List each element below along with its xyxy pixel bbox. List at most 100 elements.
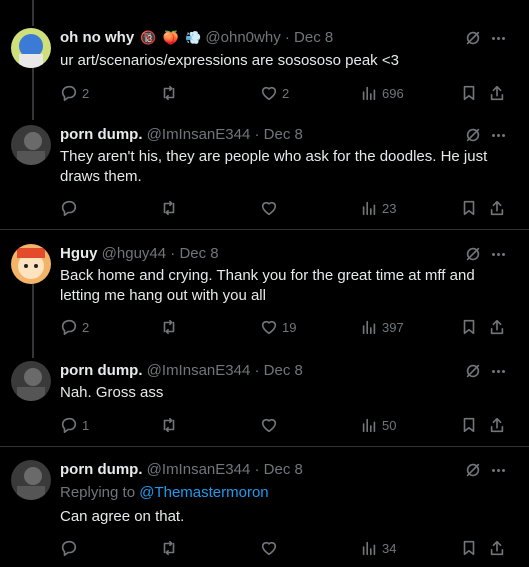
share-icon	[490, 417, 504, 433]
bookmark-button[interactable]	[460, 538, 478, 558]
separator-dot: ·	[284, 29, 290, 46]
more-icon[interactable]	[488, 460, 508, 480]
reply-button[interactable]: 2	[60, 317, 89, 337]
grok-icon[interactable]	[463, 361, 483, 381]
more-icon[interactable]	[488, 28, 508, 48]
views-count: 397	[382, 319, 404, 335]
separator-dot: ·	[170, 245, 176, 262]
display-name[interactable]: porn dump.	[60, 461, 143, 478]
emoji: 🔞	[140, 30, 157, 46]
display-name[interactable]: oh no why	[60, 29, 134, 46]
bookmark-icon	[463, 319, 475, 335]
bookmark-button[interactable]	[460, 83, 478, 103]
like-button[interactable]	[260, 415, 282, 435]
handle[interactable]: @ImInsanE344	[147, 362, 251, 379]
tweet-header: porn dump. @ImInsanE344 · Dec 8	[60, 125, 529, 145]
separator-dot: ·	[254, 126, 260, 143]
views-count: 50	[382, 417, 397, 433]
more-icon[interactable]	[488, 125, 508, 145]
views-button[interactable]: 696	[360, 83, 404, 103]
bookmark-button[interactable]	[460, 317, 478, 337]
tweet-text: ur art/scenarios/expressions are sososos…	[60, 52, 399, 69]
grok-icon[interactable]	[463, 460, 483, 480]
replying-to-mention[interactable]: @Themastermoron	[139, 484, 268, 501]
retweet-button[interactable]	[160, 538, 178, 558]
divider	[0, 446, 529, 447]
views-count: 696	[382, 85, 404, 101]
like-button[interactable]	[260, 198, 282, 218]
reply-count: 2	[82, 85, 90, 101]
views-count: 34	[382, 540, 397, 556]
tweet[interactable]: porn dump. @ImInsanE344 · Dec 8 They are…	[0, 125, 529, 225]
tweet[interactable]: Hguy @hguy44 · Dec 8 Back home and cryin…	[0, 244, 529, 344]
timestamp[interactable]: Dec 8	[294, 29, 333, 46]
retweet-icon	[163, 85, 175, 101]
reply-button[interactable]	[60, 538, 82, 558]
views-button[interactable]: 23	[360, 198, 396, 218]
timestamp[interactable]: Dec 8	[264, 461, 303, 478]
tweet-header: Hguy @hguy44 · Dec 8	[60, 244, 529, 264]
more-icon[interactable]	[488, 244, 508, 264]
reply-count: 1	[82, 417, 90, 433]
reply-icon	[61, 540, 77, 557]
handle[interactable]: @ImInsanE344	[147, 461, 251, 478]
views-button[interactable]: 34	[360, 538, 396, 558]
grok-icon[interactable]	[463, 244, 483, 264]
views-icon	[362, 201, 376, 216]
handle[interactable]: @hguy44	[102, 245, 166, 262]
tweet[interactable]: oh no why 🔞 🍑 💨 @ohn0why · Dec 8 ur art/…	[0, 28, 529, 118]
avatar[interactable]	[11, 460, 51, 500]
retweet-button[interactable]	[160, 83, 178, 103]
retweet-icon	[163, 200, 175, 216]
bookmark-button[interactable]	[460, 415, 478, 435]
avatar[interactable]	[11, 244, 51, 284]
like-icon	[261, 86, 277, 101]
share-button[interactable]	[488, 538, 506, 558]
views-icon	[362, 541, 376, 556]
timestamp[interactable]: Dec 8	[264, 126, 303, 143]
emoji: 💨	[185, 30, 202, 46]
display-name[interactable]: Hguy	[60, 245, 98, 262]
like-button[interactable]: 2	[260, 83, 289, 103]
handle[interactable]: @ImInsanE344	[147, 126, 251, 143]
grok-icon[interactable]	[463, 28, 483, 48]
share-button[interactable]	[488, 198, 506, 218]
timestamp[interactable]: Dec 8	[264, 362, 303, 379]
views-icon	[362, 418, 376, 433]
tweet-text: Nah. Gross ass	[60, 384, 164, 401]
timestamp[interactable]: Dec 8	[179, 245, 218, 262]
retweet-icon	[163, 319, 175, 335]
views-icon	[362, 320, 376, 335]
reply-button[interactable]	[60, 198, 82, 218]
like-button[interactable]	[260, 538, 282, 558]
handle[interactable]: @ohn0why	[205, 29, 280, 46]
tweet[interactable]: porn dump. @ImInsanE344 · Dec 8 Replying…	[0, 460, 529, 565]
grok-icon[interactable]	[463, 125, 483, 145]
avatar[interactable]	[11, 28, 51, 68]
tweet-header: porn dump. @ImInsanE344 · Dec 8	[60, 460, 529, 480]
avatar[interactable]	[11, 361, 51, 401]
bookmark-icon	[463, 540, 475, 556]
views-button[interactable]: 397	[360, 317, 404, 337]
like-button[interactable]: 19	[260, 317, 296, 337]
share-icon	[490, 319, 504, 335]
views-button[interactable]: 50	[360, 415, 396, 435]
retweet-button[interactable]	[160, 198, 178, 218]
share-button[interactable]	[488, 83, 506, 103]
tweet-header: oh no why 🔞 🍑 💨 @ohn0why · Dec 8	[60, 28, 529, 48]
reply-count: 2	[82, 319, 90, 335]
replying-to-prefix: Replying to	[60, 484, 136, 501]
views-icon	[362, 86, 376, 101]
tweet[interactable]: porn dump. @ImInsanE344 · Dec 8 Nah. Gro…	[0, 361, 529, 441]
reply-button[interactable]: 2	[60, 83, 89, 103]
display-name[interactable]: porn dump.	[60, 126, 143, 143]
avatar[interactable]	[11, 125, 51, 165]
share-button[interactable]	[488, 415, 506, 435]
display-name[interactable]: porn dump.	[60, 362, 143, 379]
share-button[interactable]	[488, 317, 506, 337]
reply-button[interactable]: 1	[60, 415, 89, 435]
bookmark-button[interactable]	[460, 198, 478, 218]
retweet-button[interactable]	[160, 415, 178, 435]
retweet-button[interactable]	[160, 317, 178, 337]
more-icon[interactable]	[488, 361, 508, 381]
